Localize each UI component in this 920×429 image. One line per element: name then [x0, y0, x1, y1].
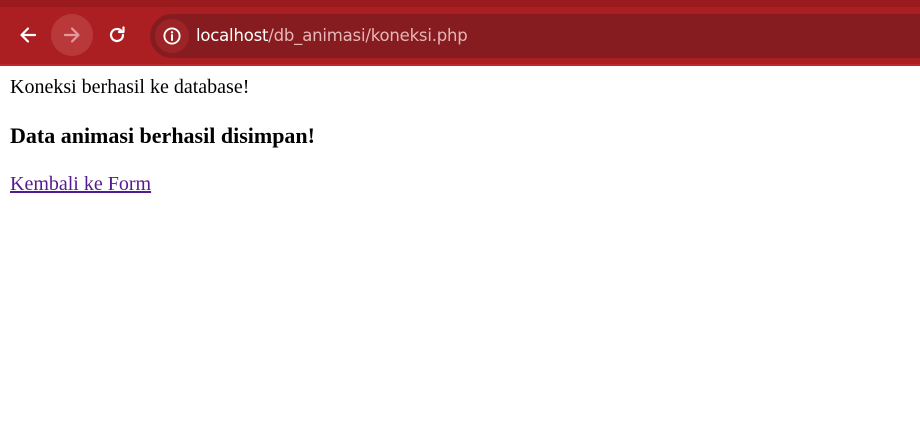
back-arrow-icon: [20, 27, 37, 43]
back-to-form-link[interactable]: Kembali ke Form: [10, 172, 151, 196]
forward-button[interactable]: [51, 14, 93, 56]
url-text[interactable]: localhost/db_animasi/koneksi.php: [196, 25, 468, 47]
info-icon: [163, 27, 181, 45]
reload-icon: [109, 26, 125, 43]
forward-arrow-icon: [63, 27, 80, 43]
site-info-button[interactable]: [155, 19, 189, 53]
back-button[interactable]: [7, 14, 49, 56]
tab-strip-edge: [0, 0, 920, 7]
browser-toolbar: localhost/db_animasi/koneksi.php: [0, 0, 920, 66]
url-host: localhost: [196, 26, 269, 45]
url-path: /db_animasi/koneksi.php: [268, 26, 468, 45]
address-bar[interactable]: localhost/db_animasi/koneksi.php: [150, 14, 920, 58]
save-success-heading: Data animasi berhasil disimpan!: [10, 123, 315, 148]
reload-button[interactable]: [96, 14, 138, 56]
connection-status-text: Koneksi berhasil ke database!: [10, 76, 250, 98]
